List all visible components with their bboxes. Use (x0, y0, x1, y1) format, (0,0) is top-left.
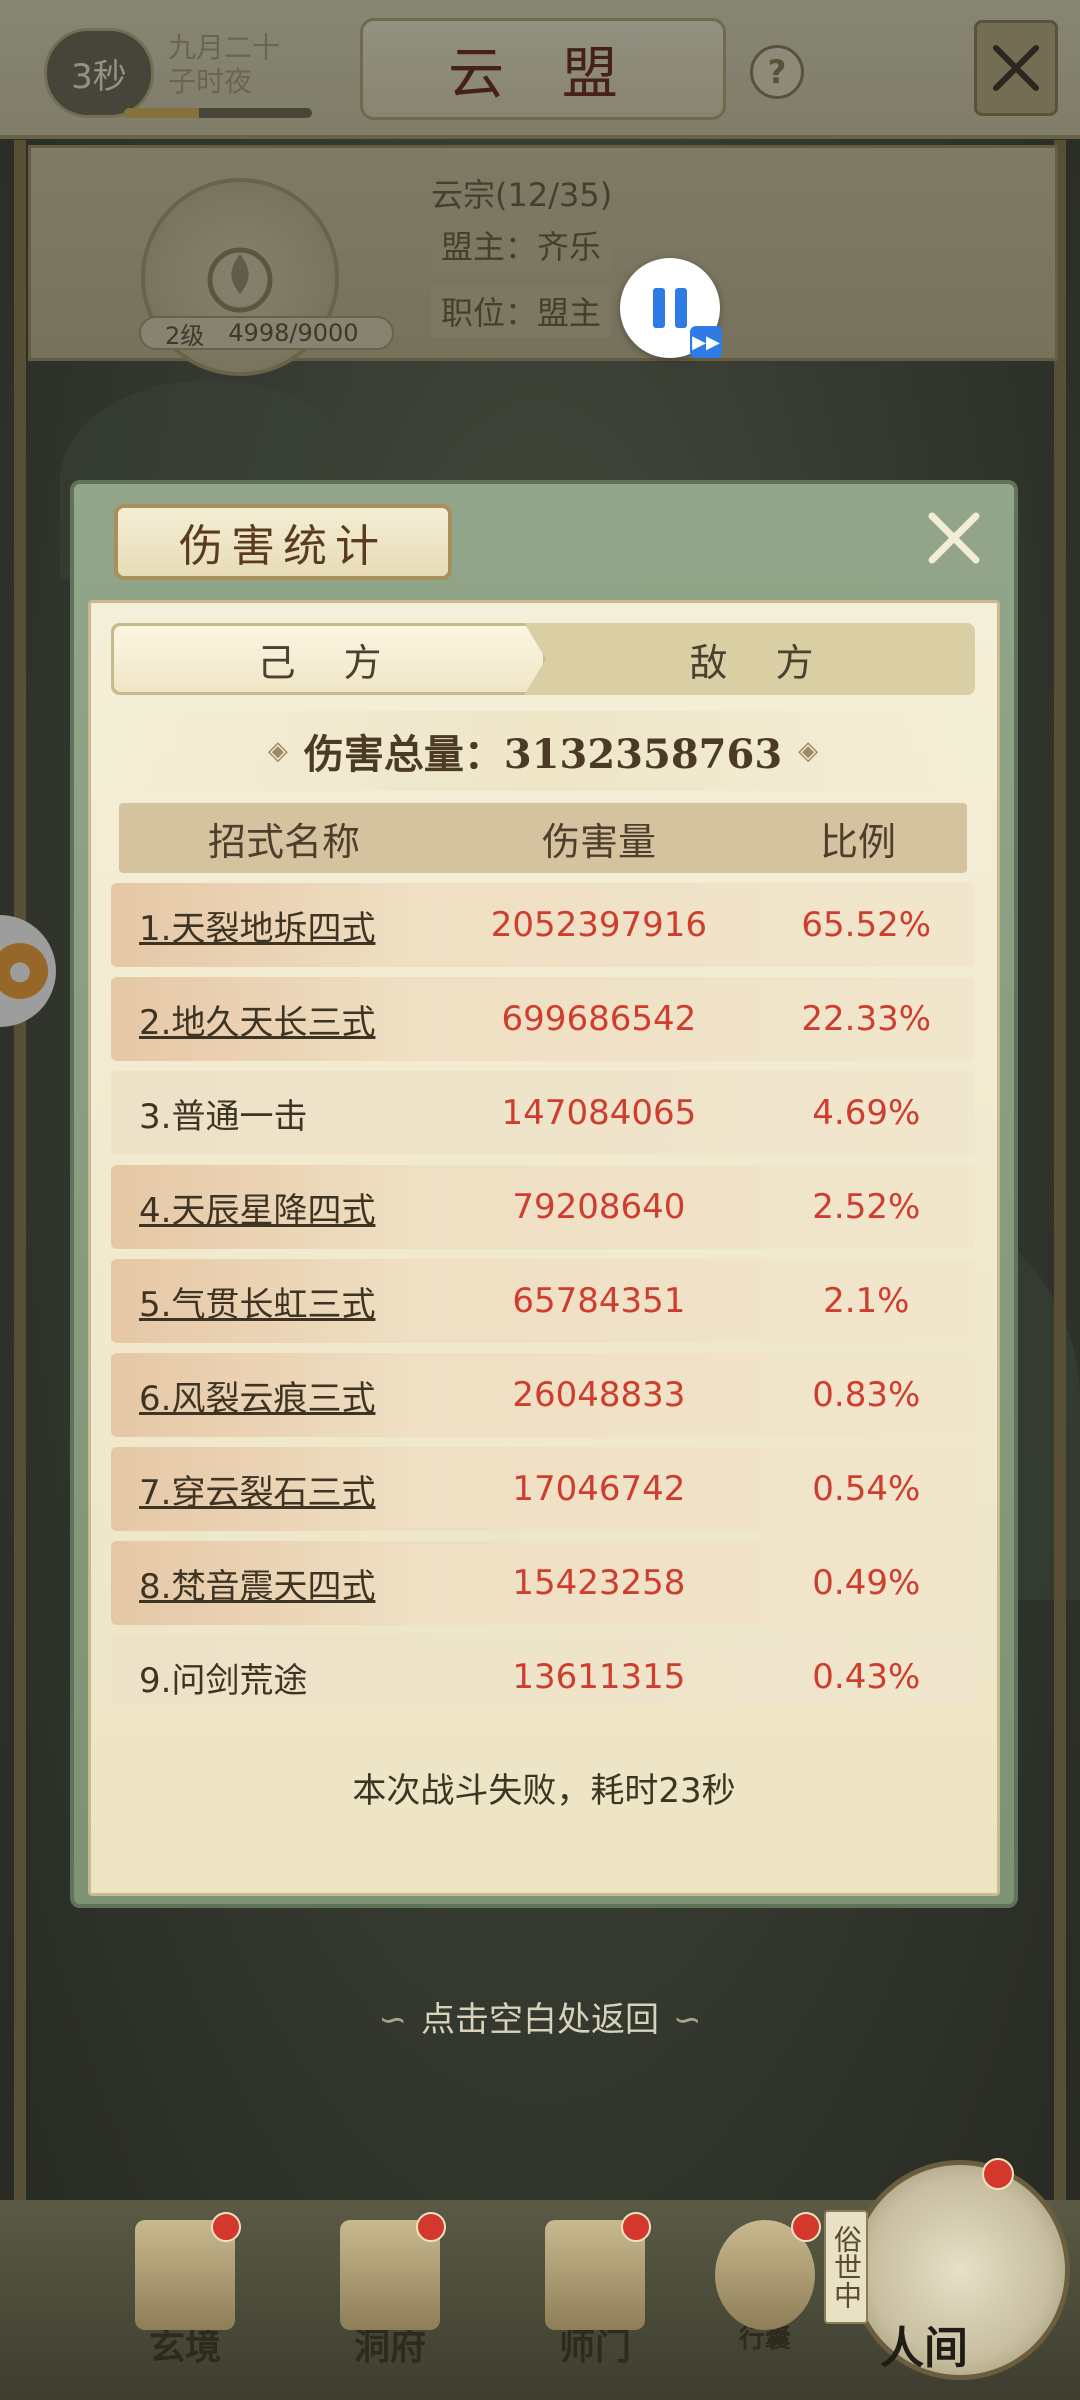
damage-ratio: 0.54% (812, 1469, 921, 1509)
damage-ratio: 0.43% (812, 1657, 921, 1697)
damage-value: 147084065 (501, 1093, 697, 1133)
pause-icon (653, 288, 687, 328)
damage-ratio: 0.83% (812, 1375, 921, 1415)
damage-ratio: 2.52% (812, 1187, 921, 1227)
modal-close-button[interactable] (920, 504, 988, 572)
damage-value: 2052397916 (490, 905, 708, 945)
damage-ratio: 22.33% (801, 999, 932, 1039)
notification-dot (211, 2212, 241, 2242)
damage-value: 26048833 (512, 1375, 686, 1415)
table-row[interactable]: 7.穿云裂石三式 17046742 0.54% (111, 1447, 975, 1531)
diamond-ornament-icon: ◈ (798, 736, 819, 766)
notification-dot (416, 2212, 446, 2242)
damage-table-body[interactable]: 1.天裂地坼四式 2052397916 65.52% 2.地久天长三式 69968654… (111, 883, 975, 1703)
damage-ratio: 4.69% (812, 1093, 921, 1133)
diamond-ornament-icon: ◈ (267, 736, 288, 766)
nav-item-inventory[interactable]: 行囊 (690, 2212, 840, 2390)
notification-dot (621, 2212, 651, 2242)
damage-value: 699686542 (501, 999, 697, 1039)
table-row[interactable]: 2.地久天长三式 699686542 22.33% (111, 977, 975, 1061)
notification-dot (982, 2158, 1014, 2190)
tab-enemy-side[interactable]: 敌 方 (546, 623, 975, 695)
nav-item-mystic-realm[interactable]: 玄境 (110, 2212, 260, 2390)
table-row: 3.普通一击 147084065 4.69% (111, 1071, 975, 1155)
skill-name[interactable]: 4.天辰星降四式 (111, 1183, 440, 1232)
cloud-swirl-icon: ∽ (378, 2000, 408, 2040)
damage-ratio: 2.1% (823, 1281, 910, 1321)
table-row[interactable]: 8.梵音震天四式 15423258 0.49% (111, 1541, 975, 1625)
table-header: 招式名称 伤害量 比例 (119, 803, 967, 873)
world-label: 人间 (880, 2323, 968, 2374)
damage-ratio: 0.49% (812, 1563, 921, 1603)
skill-name: 9.问剑荒途 (139, 1660, 308, 1701)
table-row[interactable]: 5.气贯长虹三式 65784351 2.1% (111, 1259, 975, 1343)
skill-name[interactable]: 1.天裂地坼四式 (111, 901, 440, 950)
nav-item-cave-residence[interactable]: 洞府 (315, 2212, 465, 2390)
battle-result: 本次战斗失败，耗时23秒 (352, 1771, 736, 1811)
scroll-icon (135, 2212, 241, 2330)
damage-value: 13611315 (512, 1657, 686, 1697)
skill-name[interactable]: 2.地久天长三式 (111, 995, 440, 1044)
table-row[interactable]: 4.天辰星降四式 79208640 2.52% (111, 1165, 975, 1249)
skill-name[interactable]: 5.气贯长虹三式 (111, 1277, 440, 1326)
skill-name: 3.普通一击 (139, 1096, 308, 1137)
table-row[interactable]: 1.天裂地坼四式 2052397916 65.52% (111, 883, 975, 967)
nav-item-sect[interactable]: 师门 (520, 2212, 670, 2390)
skill-name[interactable]: 8.梵音震天四式 (111, 1559, 440, 1608)
column-header-skill: 招式名称 (207, 819, 360, 864)
close-icon (928, 512, 980, 564)
total-damage-row: ◈ 伤害总量：3132358763 ◈ (111, 711, 975, 791)
cloud-swirl-icon: ∽ (673, 2000, 702, 2040)
damage-value: 17046742 (512, 1469, 686, 1509)
column-header-ratio: 比例 (819, 819, 896, 864)
damage-value: 79208640 (512, 1187, 686, 1227)
tab-own-side[interactable]: 己 方 (111, 623, 546, 695)
dismiss-hint: ∽ 点击空白处返回 ∽ (0, 1992, 1080, 2041)
notification-dot (791, 2212, 821, 2242)
pouch-icon (715, 2212, 821, 2330)
damage-stats-modal: 伤害统计 己 方 敌 方 ◈ 伤害总量：3132358763 ◈ 招式名称 伤害… (70, 480, 1018, 1908)
dismiss-hint-text: 点击空白处返回 (421, 2000, 659, 2040)
fast-forward-icon[interactable]: ▶▶ (690, 326, 722, 358)
modal-title: 伤害统计 (114, 504, 452, 580)
modal-content: 己 方 敌 方 ◈ 伤害总量：3132358763 ◈ 招式名称 伤害量 比例 … (88, 600, 1000, 1896)
skill-name[interactable]: 6.风裂云痕三式 (111, 1371, 440, 1420)
side-tabs: 己 方 敌 方 (111, 623, 975, 695)
skill-name[interactable]: 7.穿云裂石三式 (111, 1465, 440, 1514)
pavilion-icon (340, 2212, 446, 2330)
damage-value: 15423258 (512, 1563, 686, 1603)
world-status-tag: 俗世中 (824, 2210, 868, 2324)
table-row[interactable]: 6.风裂云痕三式 26048833 0.83% (111, 1353, 975, 1437)
damage-value: 65784351 (512, 1281, 686, 1321)
banner-icon (545, 2212, 651, 2330)
damage-ratio: 65.52% (801, 905, 932, 945)
total-damage-text: 伤害总量：3132358763 (303, 731, 783, 778)
table-row: 9.问剑荒途 13611315 0.43% (111, 1635, 975, 1703)
column-header-damage: 伤害量 (541, 819, 656, 864)
